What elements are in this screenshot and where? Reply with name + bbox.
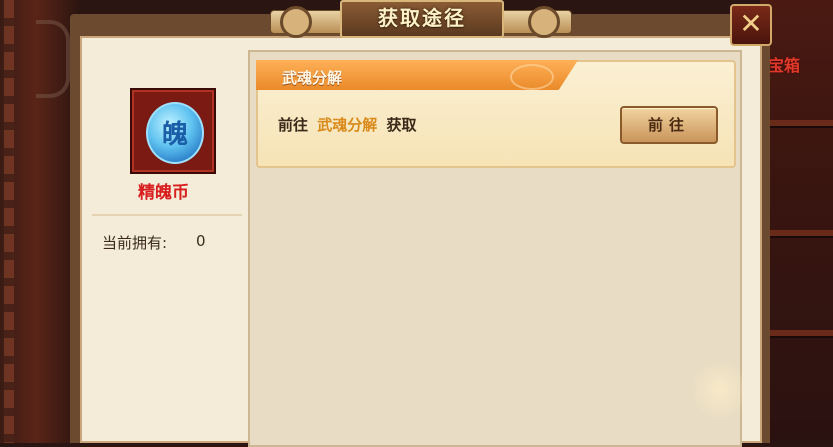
source-card: 武魂分解 前往 武魂分解 获取 前往 bbox=[256, 60, 736, 168]
title-ornament-right-icon bbox=[528, 6, 560, 38]
background-shelf bbox=[760, 120, 833, 126]
source-list: 武魂分解 前往 武魂分解 获取 前往 bbox=[248, 50, 742, 447]
background-shelf bbox=[760, 330, 833, 336]
background-ornament bbox=[36, 20, 70, 98]
background-rail bbox=[4, 0, 14, 443]
dialog-title: 获取途径 bbox=[378, 6, 466, 30]
go-button[interactable]: 前往 bbox=[620, 106, 718, 144]
desc-highlight: 武魂分解 bbox=[317, 116, 378, 134]
panel-divider bbox=[92, 214, 242, 216]
owned-count-value: 0 bbox=[196, 232, 206, 250]
go-button-label: 前往 bbox=[647, 116, 690, 134]
close-icon: ✕ bbox=[739, 7, 763, 40]
item-name: 精魄币 bbox=[138, 183, 189, 203]
background-right: 宝箱 bbox=[760, 0, 833, 443]
owned-count-label: 当前拥有: bbox=[102, 234, 168, 252]
title-plate: 获取途径 bbox=[270, 0, 572, 40]
background-shelf bbox=[760, 230, 833, 236]
desc-suffix: 获取 bbox=[386, 116, 417, 134]
item-panel: 魄 精魄币 当前拥有: 0 bbox=[82, 36, 245, 443]
source-title: 武魂分解 bbox=[282, 69, 343, 87]
background-chest-label: 宝箱 bbox=[768, 56, 801, 75]
desc-prefix: 前往 bbox=[278, 116, 309, 134]
spirit-coin-icon: 魄 bbox=[146, 102, 204, 164]
coin-glyph: 魄 bbox=[161, 120, 188, 150]
title-ornament-left-icon bbox=[280, 6, 312, 38]
header-ornament-icon bbox=[510, 64, 554, 90]
background-left bbox=[0, 0, 80, 443]
sparkle-effect bbox=[690, 360, 750, 420]
close-button[interactable]: ✕ bbox=[730, 4, 772, 46]
item-icon-frame: 魄 bbox=[130, 88, 216, 174]
source-description: 前往 武魂分解 获取 bbox=[278, 114, 417, 135]
